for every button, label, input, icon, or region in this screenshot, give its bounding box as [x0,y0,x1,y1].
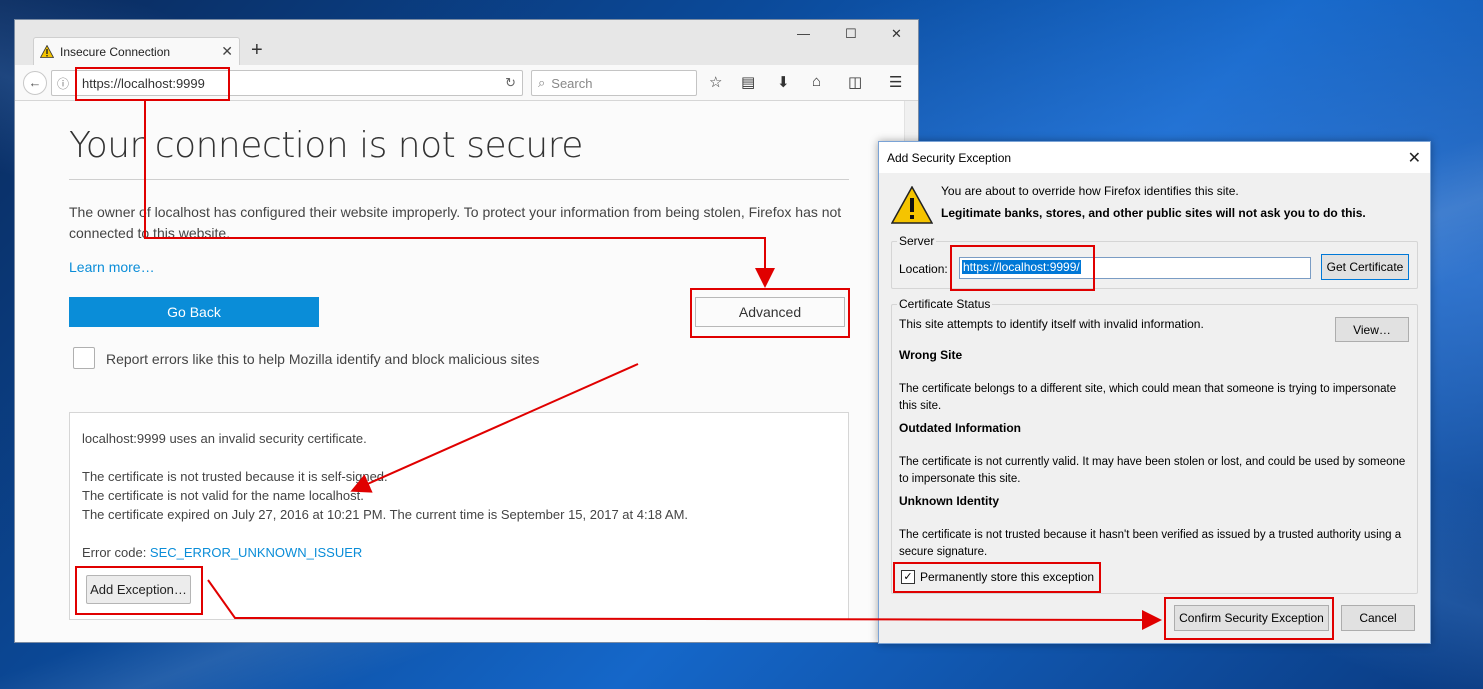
location-value: https://localhost:9999/ [962,260,1081,274]
unknown-identity-heading: Unknown Identity [899,494,999,508]
location-input[interactable]: https://localhost:9999/ [959,257,1311,279]
confirm-security-exception-button[interactable]: Confirm Security Exception [1174,605,1329,631]
close-icon[interactable]: ✕ [221,43,233,60]
warning-text: You are about to override how Firefox id… [941,184,1239,198]
wrong-site-text: The certificate belongs to a different s… [899,383,1397,412]
dialog-close-icon[interactable]: ✕ [1408,148,1421,168]
maximize-icon[interactable]: ☐ [845,26,857,42]
report-errors-checkbox[interactable] [73,347,95,369]
expired-text: The certificate expired on July 27, 2016… [82,507,689,522]
report-errors-label: Report errors like this to help Mozilla … [106,351,540,367]
error-description: The owner of localhost has configured th… [69,204,842,241]
url-text: https://localhost:9999 [82,75,205,91]
get-certificate-button[interactable]: Get Certificate [1321,254,1409,280]
tab-bar: Insecure Connection ✕ + — ☐ ✕ [15,20,918,65]
warning-bold-text: Legitimate banks, stores, and other publ… [941,206,1366,220]
cancel-button[interactable]: Cancel [1341,605,1415,631]
name-invalid-text: The certificate is not valid for the nam… [82,488,364,503]
permanent-label: Permanently store this exception [920,570,1095,584]
cert-status-text: This site attempts to identify itself wi… [899,317,1204,331]
error-code-label: Error code: [82,545,150,560]
outdated-heading: Outdated Information [899,421,1021,435]
wrong-site-heading: Wrong Site [899,348,963,362]
self-signed-text: The certificate is not trusted because i… [82,469,388,484]
download-icon[interactable]: ⬇ [777,73,790,91]
tab-title: Insecure Connection [60,44,171,59]
error-code-line: Error code: SEC_ERROR_UNKNOWN_ISSUER [82,543,836,562]
unknown-identity-text: The certificate is not trusted because i… [899,529,1402,558]
minimize-icon[interactable]: — [797,26,810,41]
add-exception-button[interactable]: Add Exception… [86,575,191,604]
server-group-label: Server [897,234,937,248]
url-bar[interactable]: ⓘ https://localhost:9999 ↻ [51,70,523,96]
tab-insecure-connection[interactable]: Insecure Connection ✕ [33,37,240,65]
navigation-toolbar: ← ⓘ https://localhost:9999 ↻ ⌕ Search ☆ … [15,65,918,101]
new-tab-icon[interactable]: + [251,39,263,62]
cert-invalid-text: localhost:9999 uses an invalid security … [82,431,367,446]
permanent-checkbox[interactable]: ✓ [901,570,915,584]
info-icon[interactable]: ⓘ [52,75,74,92]
error-code-link[interactable]: SEC_ERROR_UNKNOWN_ISSUER [150,545,362,560]
divider [69,179,849,180]
warning-icon [891,186,933,224]
menu-icon[interactable]: ☰ [889,73,902,91]
pocket-icon[interactable]: ◫ [848,73,862,91]
outdated-text: The certificate is not currently valid. … [899,456,1406,485]
add-security-exception-dialog: Add Security Exception ✕ You are about t… [878,141,1431,644]
advanced-panel: localhost:9999 uses an invalid security … [69,412,849,620]
reading-list-icon[interactable]: ▤ [741,73,755,91]
firefox-window: Insecure Connection ✕ + — ☐ ✕ ← ⓘ https:… [14,19,919,643]
view-button[interactable]: View… [1335,317,1409,342]
dialog-title: Add Security Exception [887,150,1012,165]
search-placeholder: Search [551,75,593,91]
advanced-button[interactable]: Advanced [695,297,845,327]
page-title: Your connection is not secure [69,125,583,166]
error-page: Your connection is not secure The owner … [15,101,918,642]
go-back-button[interactable]: Go Back [69,297,319,327]
back-icon[interactable]: ← [23,71,47,95]
window-close-icon[interactable]: ✕ [891,26,902,42]
learn-more-link[interactable]: Learn more… [69,259,155,275]
home-icon[interactable]: ⌂ [812,73,821,90]
search-input[interactable]: ⌕ Search [531,70,697,96]
warning-icon [40,45,54,58]
bookmark-star-icon[interactable]: ☆ [709,73,722,91]
cert-status-label: Certificate Status [897,297,993,311]
search-icon: ⌕ [538,75,546,90]
reload-icon[interactable]: ↻ [505,75,516,91]
dialog-titlebar: Add Security Exception ✕ [879,142,1430,173]
location-label: Location: [899,262,948,276]
